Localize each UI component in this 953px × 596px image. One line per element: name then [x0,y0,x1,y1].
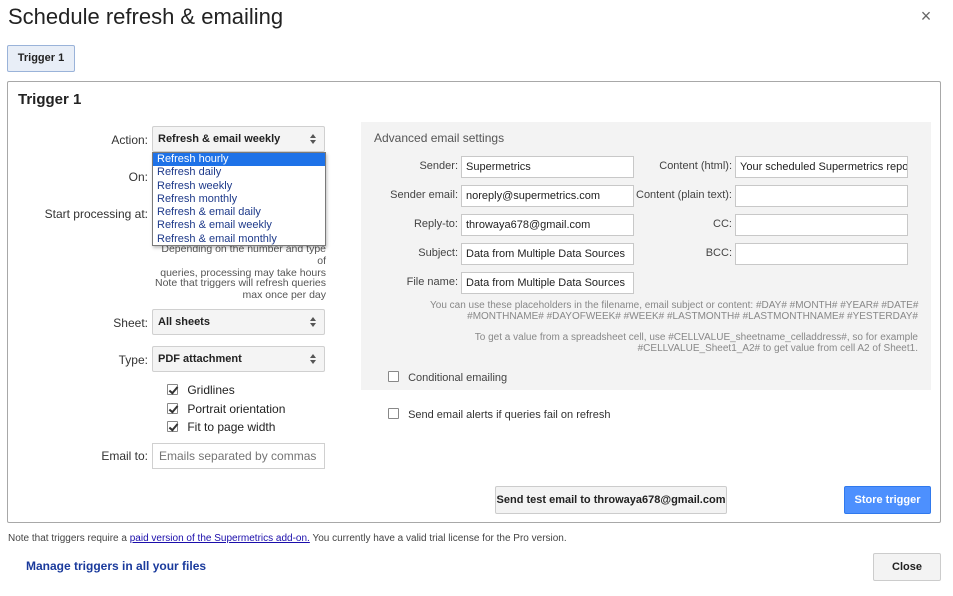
conditional-emailing-option[interactable]: Conditional emailing [388,371,507,384]
subject-label: Subject: [418,247,458,259]
refresh-limit-note-line-1: Note that triggers will refresh queries [155,277,326,289]
cc-field[interactable] [735,214,908,236]
content-plain-field[interactable] [735,185,908,207]
file-name-field[interactable]: Data from Multiple Data Sources [461,272,634,294]
advanced-email-settings-title: Advanced email settings [374,131,505,145]
panel-title: Trigger 1 [18,91,82,108]
action-label: Action: [111,133,148,147]
processing-hint: Depending on the number and type of quer… [150,243,326,279]
close-button[interactable]: Close [873,553,941,581]
processing-hint-line-1: Depending on the number and type of [161,243,326,267]
refresh-limit-note-line-2: max once per day [242,289,326,301]
sender-label: Sender: [419,160,458,172]
dropdown-option-refresh-email-daily[interactable]: Refresh & email daily [153,206,325,219]
action-select[interactable]: Refresh & email weekly [152,126,325,152]
store-trigger-button[interactable]: Store trigger [844,486,931,514]
fit-to-page-width-option[interactable]: Fit to page width [167,420,275,434]
fit-to-page-width-checkbox[interactable] [167,421,178,432]
fit-to-page-width-label: Fit to page width [187,420,276,434]
content-html-field[interactable]: Your scheduled Supermetrics report [735,156,908,178]
refresh-limit-note: Note that triggers will refresh queries … [150,277,326,301]
cellvalue-help-line-2: #CELLVALUE_Sheet1_A2# to get value from … [637,343,918,354]
select-arrows-icon [310,134,316,144]
type-select-value: PDF attachment [158,353,242,365]
portrait-orientation-label: Portrait orientation [187,402,286,416]
action-dropdown-list: Refresh hourly Refresh daily Refresh wee… [152,152,326,246]
placeholders-help-line-2: #MONTHNAME# #DAYOFWEEK# #WEEK# #LASTMONT… [467,311,918,322]
reply-to-label: Reply-to: [413,218,458,230]
type-select[interactable]: PDF attachment [152,346,325,372]
close-icon[interactable]: × [918,7,934,25]
license-note: Note that triggers require a paid versio… [8,533,567,544]
dropdown-option-refresh-weekly[interactable]: Refresh weekly [153,180,325,193]
placeholders-help: You can use these placeholders in the fi… [430,300,918,322]
sheet-select[interactable]: All sheets [152,309,325,335]
conditional-emailing-checkbox[interactable] [388,371,399,382]
dropdown-option-refresh-monthly[interactable]: Refresh monthly [153,193,325,206]
email-to-input[interactable] [152,443,325,469]
sender-email-field[interactable]: noreply@supermetrics.com [461,185,634,207]
reply-to-field[interactable]: throwaya678@gmail.com [461,214,634,236]
paid-version-link[interactable]: paid version of the Supermetrics add-on. [130,533,310,544]
bcc-label: BCC: [705,247,732,259]
send-test-email-button[interactable]: Send test email to throwaya678@gmail.com [495,486,727,514]
on-label: On: [128,170,148,184]
subject-field[interactable]: Data from Multiple Data Sources [461,243,634,265]
cellvalue-help: To get a value from a spreadsheet cell, … [430,332,918,354]
manage-triggers-link[interactable]: Manage triggers in all your files [26,559,206,573]
gridlines-checkbox[interactable] [167,384,178,395]
failure-alerts-label: Send email alerts if queries fail on ref… [408,409,611,421]
dropdown-option-refresh-email-monthly[interactable]: Refresh & email monthly [153,233,325,246]
cc-label: CC: [713,218,732,230]
cellvalue-help-line-1: To get a value from a spreadsheet cell, … [474,332,918,343]
email-to-label: Email to: [101,449,148,463]
failure-alerts-checkbox[interactable] [388,408,399,419]
placeholders-help-line-1: You can use these placeholders in the fi… [430,300,919,311]
dialog-title: Schedule refresh & emailing [8,4,284,29]
license-note-suffix: You currently have a valid trial license… [309,533,567,544]
content-html-label: Content (html): [659,160,732,172]
dropdown-option-refresh-email-weekly[interactable]: Refresh & email weekly [153,219,325,232]
sheet-label: Sheet: [113,316,148,330]
tab-trigger-1[interactable]: Trigger 1 [7,45,75,72]
gridlines-label: Gridlines [187,383,235,397]
dropdown-option-refresh-hourly[interactable]: Refresh hourly [153,153,325,167]
file-name-label: File name: [406,276,458,288]
sheet-select-value: All sheets [158,316,210,328]
bcc-field[interactable] [735,243,908,265]
sender-email-label: Sender email: [390,189,458,201]
start-processing-label: Start processing at: [44,207,148,221]
content-plain-label: Content (plain text): [636,189,732,201]
select-arrows-icon [310,317,316,327]
action-select-value: Refresh & email weekly [158,133,281,145]
failure-alerts-option[interactable]: Send email alerts if queries fail on ref… [388,408,610,421]
dropdown-option-refresh-daily[interactable]: Refresh daily [153,166,325,179]
select-arrows-icon [310,354,316,364]
type-label: Type: [118,353,148,367]
license-note-prefix: Note that triggers require a [8,533,130,544]
conditional-emailing-label: Conditional emailing [408,372,508,384]
portrait-orientation-checkbox[interactable] [167,403,178,414]
portrait-orientation-option[interactable]: Portrait orientation [167,402,285,416]
gridlines-option[interactable]: Gridlines [167,383,235,397]
sender-field[interactable]: Supermetrics [461,156,634,178]
